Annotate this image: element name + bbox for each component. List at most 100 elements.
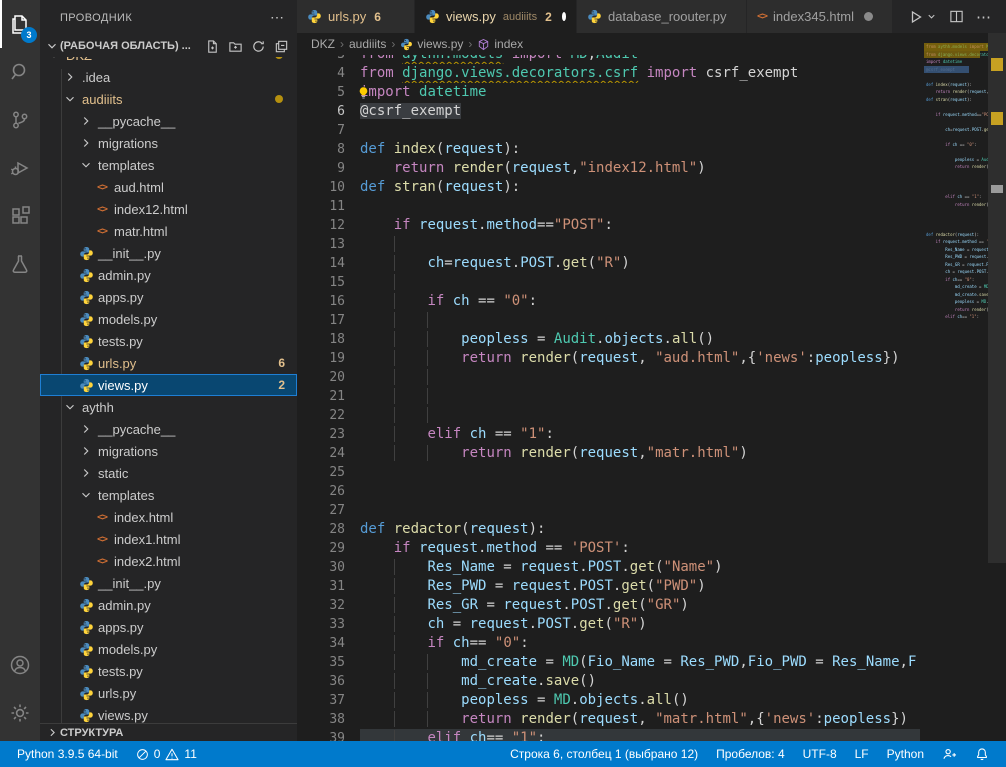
problems-badge: 2 [278, 378, 285, 392]
activity-search[interactable] [0, 48, 40, 96]
outline-section-header[interactable]: СТРУКТУРА [40, 723, 297, 741]
tree-item-templates[interactable]: templates [40, 484, 297, 506]
tree-item-views-py[interactable]: views.py [40, 704, 297, 724]
explorer-more-icon[interactable]: ⋯ [270, 9, 285, 26]
warning-count: 11 [184, 747, 196, 761]
gear-icon [8, 701, 32, 725]
chevron-separator: › [340, 37, 344, 51]
run-python-file-button[interactable] [908, 9, 937, 25]
breadcrumb-item-project[interactable]: DKZ [311, 37, 335, 51]
tab-label: index345.html [773, 9, 854, 24]
problems-status[interactable]: 0 11 [129, 741, 204, 767]
tree-item-label: views.py [98, 708, 148, 723]
tree-item-admin-py[interactable]: admin.py [40, 264, 297, 286]
activity-run-debug[interactable] [0, 144, 40, 192]
activity-source-control[interactable] [0, 96, 40, 144]
tree-item-label: .idea [82, 70, 110, 85]
tree-item-aud-html[interactable]: <>aud.html [40, 176, 297, 198]
tree-item-aythh[interactable]: aythh [40, 396, 297, 418]
tree-item-label: urls.py [98, 686, 136, 701]
tree-item-audiiits[interactable]: audiiits [40, 88, 297, 110]
workspace-section-header[interactable]: (РАБОЧАЯ ОБЛАСТЬ) ... [40, 35, 297, 57]
tree-item-urls-py[interactable]: urls.py6 [40, 352, 297, 374]
tree-item-models-py[interactable]: models.py [40, 638, 297, 660]
tree-item-label: index12.html [114, 202, 188, 217]
tab-index345-html[interactable]: <>index345.html [747, 0, 893, 33]
line-number: 26 [297, 482, 345, 501]
cursor-position-status[interactable]: Строка 6, столбец 1 (выбрано 12) [503, 741, 705, 767]
tree-item-models-py[interactable]: models.py [40, 308, 297, 330]
chevron-right-icon [44, 726, 60, 739]
chevron-down-icon [926, 11, 937, 22]
code-line: 4from django.views.decorators.csrf impor… [297, 64, 920, 83]
tree-item-migrations[interactable]: migrations [40, 440, 297, 462]
tree-item-tests-py[interactable]: tests.py [40, 330, 297, 352]
tree-item-migrations[interactable]: migrations [40, 132, 297, 154]
python-version-label: Python 3.9.5 64-bit [17, 747, 118, 761]
tab-views-py[interactable]: views.pyaudiiits2 [415, 0, 577, 33]
activity-extensions[interactable] [0, 192, 40, 240]
minimap[interactable]: from aythh.models import MD,Auditfrom dj… [924, 33, 988, 741]
tree-item-label: models.py [98, 642, 157, 657]
tree-item-matr-html[interactable]: <>matr.html [40, 220, 297, 242]
more-actions-icon[interactable]: ⋯ [976, 8, 992, 26]
activity-testing[interactable] [0, 240, 40, 288]
tab-description: audiiits [503, 11, 537, 23]
tree-item-index12-html[interactable]: <> index12.html [40, 198, 297, 220]
breadcrumb-item-file[interactable]: views.py [417, 37, 463, 51]
python-interpreter-status[interactable]: Python 3.9.5 64-bit [10, 741, 125, 767]
encoding-status[interactable]: UTF-8 [796, 741, 844, 767]
lightbulb-icon[interactable] [357, 86, 370, 100]
chevron-right-icon [78, 465, 94, 481]
tab-urls-py[interactable]: urls.py6 [297, 0, 415, 33]
tree-item-apps-py[interactable]: apps.py [40, 616, 297, 638]
tree-item-tests-py[interactable]: tests.py [40, 660, 297, 682]
collapse-all-icon[interactable] [274, 39, 289, 54]
language-mode-status[interactable]: Python [880, 741, 931, 767]
indentation-status[interactable]: Пробелов: 4 [709, 741, 792, 767]
activity-explorer[interactable]: 3 [0, 0, 40, 48]
tree-item-admin-py[interactable]: admin.py [40, 594, 297, 616]
tree-item-urls-py[interactable]: urls.py [40, 682, 297, 704]
refresh-icon[interactable] [251, 39, 266, 54]
new-folder-icon[interactable] [228, 39, 243, 54]
activity-account[interactable] [0, 641, 40, 689]
breadcrumb-item-folder[interactable]: audiiits [349, 37, 386, 51]
tree-item--init-py[interactable]: __init__.py [40, 242, 297, 264]
split-editor-icon[interactable] [949, 9, 964, 24]
breadcrumb-item-symbol[interactable]: index [494, 37, 523, 51]
tree-item-index1-html[interactable]: <>index1.html [40, 528, 297, 550]
line-number: 15 [297, 273, 345, 292]
eol-status[interactable]: LF [848, 741, 876, 767]
code-line: 37 peopless = MD.objects.all() [297, 691, 920, 710]
code-line: 8def index(request): [297, 140, 920, 159]
html-file-icon: <> [94, 201, 110, 217]
tree-item--init-py[interactable]: __init__.py [40, 572, 297, 594]
tree-item--pycache-[interactable]: __pycache__ [40, 418, 297, 440]
new-file-icon[interactable] [205, 39, 220, 54]
vscode-window: 3 [0, 0, 1006, 767]
tree-item--pycache-[interactable]: __pycache__ [40, 110, 297, 132]
notifications-bell-icon[interactable] [968, 741, 996, 767]
python-file-icon [78, 355, 94, 371]
code-line: 32 Res_GR = request.POST.get("GR") [297, 596, 920, 615]
error-count: 0 [154, 747, 161, 761]
tree-item--idea[interactable]: .idea [40, 66, 297, 88]
code-line: 30 Res_Name = request.POST.get("Name") [297, 558, 920, 577]
tree-item-index2-html[interactable]: <>index2.html [40, 550, 297, 572]
editor-scrollbar[interactable] [988, 33, 1006, 741]
tab-database-roouter-py[interactable]: database_roouter.py [577, 0, 747, 33]
code-editor[interactable]: 3from aythh.models import MD,Audit4from … [297, 0, 920, 741]
tree-item-static[interactable]: static [40, 462, 297, 484]
tree-item-DKZ[interactable]: DKZ [40, 57, 297, 66]
tree-item-index-html[interactable]: <>index.html [40, 506, 297, 528]
python-file-icon [78, 685, 94, 701]
feedback-icon[interactable] [935, 741, 964, 767]
minimap-selection-highlight [924, 66, 969, 74]
tree-item-views-py[interactable]: views.py2 [40, 374, 297, 396]
tree-item-label: apps.py [98, 620, 144, 635]
tree-item-templates[interactable]: templates [40, 154, 297, 176]
line-number: 9 [297, 159, 345, 178]
activity-settings[interactable] [0, 689, 40, 737]
tree-item-apps-py[interactable]: apps.py [40, 286, 297, 308]
